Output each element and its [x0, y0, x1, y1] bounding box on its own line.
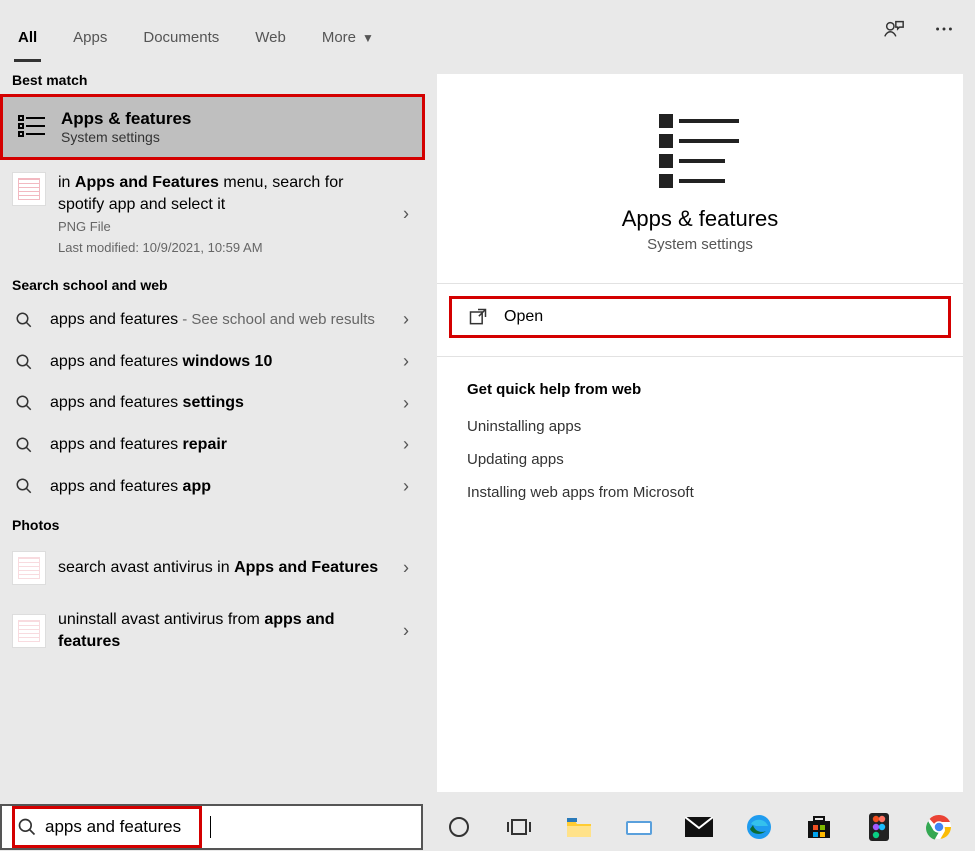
chevron-right-icon[interactable]: › [403, 434, 409, 455]
suggestion-text: apps and features settings [50, 392, 413, 414]
search-icon [12, 436, 36, 454]
best-match-subtitle: System settings [61, 129, 191, 145]
search-icon [12, 353, 36, 371]
chevron-right-icon[interactable]: › [403, 620, 409, 641]
suggestion-text: apps and features repair [50, 434, 413, 456]
section-search-web: Search school and web [0, 267, 425, 299]
suggestion-text: apps and features app [50, 476, 413, 498]
file-result-modified: Last modified: 10/9/2021, 10:59 AM [58, 240, 383, 255]
chevron-right-icon[interactable]: › [403, 351, 409, 372]
tab-all[interactable]: All [14, 19, 41, 62]
taskbar-chrome-icon[interactable] [917, 807, 961, 847]
tab-apps[interactable]: Apps [69, 19, 111, 62]
file-result-title: in Apps and Features menu, search for sp… [58, 172, 383, 215]
taskbar [423, 803, 975, 851]
results-list: Best match Apps & features System settin… [0, 62, 425, 803]
tab-documents[interactable]: Documents [139, 19, 223, 62]
taskbar-microsoft-store-icon[interactable] [797, 807, 841, 847]
best-match-title: Apps & features [61, 109, 191, 129]
file-result[interactable]: in Apps and Features menu, search for sp… [0, 160, 425, 267]
tab-more[interactable]: More ▼ [318, 19, 378, 62]
taskbar-edge-icon[interactable] [737, 807, 781, 847]
photo-thumbnail-icon [12, 551, 46, 585]
chevron-right-icon[interactable]: › [403, 476, 409, 497]
best-match-result[interactable]: Apps & features System settings [0, 94, 425, 160]
chevron-right-icon[interactable]: › [403, 558, 409, 579]
open-icon [468, 307, 488, 327]
photo-result-title: search avast antivirus in Apps and Featu… [58, 557, 383, 579]
taskbar-figma-icon[interactable] [857, 807, 901, 847]
chevron-right-icon[interactable]: › [403, 393, 409, 414]
tab-more-label: More [322, 29, 356, 46]
web-suggestion[interactable]: apps and features app › [0, 466, 425, 508]
taskbar-cortana-icon[interactable] [437, 807, 481, 847]
apps-features-icon [15, 110, 49, 144]
text-cursor-icon [210, 816, 211, 838]
open-button[interactable]: Open [449, 296, 951, 338]
web-suggestion[interactable]: apps and features windows 10 › [0, 341, 425, 383]
taskbar-keyboard-icon[interactable] [617, 807, 661, 847]
web-suggestion[interactable]: apps and features - See school and web r… [0, 299, 425, 341]
chevron-right-icon[interactable]: › [403, 203, 409, 224]
photo-result[interactable]: search avast antivirus in Apps and Featu… [0, 539, 425, 597]
chevron-right-icon[interactable]: › [403, 309, 409, 330]
tab-web[interactable]: Web [251, 19, 290, 62]
more-options-icon[interactable] [933, 18, 955, 40]
photo-thumbnail-icon [12, 614, 46, 648]
search-icon [12, 477, 36, 495]
search-scope-tabs: All Apps Documents Web More ▼ [0, 0, 975, 62]
web-suggestion[interactable]: apps and features settings › [0, 382, 425, 424]
search-input[interactable] [45, 809, 195, 845]
photo-result[interactable]: uninstall avast antivirus from apps and … [0, 597, 425, 664]
help-link[interactable]: Uninstalling apps [467, 418, 933, 435]
search-icon [12, 311, 36, 329]
taskbar-file-explorer-icon[interactable] [557, 807, 601, 847]
feedback-icon[interactable] [883, 18, 905, 40]
search-box[interactable] [0, 804, 423, 850]
web-suggestion[interactable]: apps and features repair › [0, 424, 425, 466]
detail-subtitle: System settings [437, 236, 963, 253]
section-best-match: Best match [0, 62, 425, 94]
taskbar-taskview-icon[interactable] [497, 807, 541, 847]
apps-features-large-icon [655, 110, 745, 188]
chevron-down-icon: ▼ [362, 31, 374, 45]
detail-panel: Apps & features System settings Open Get… [437, 74, 963, 792]
detail-title: Apps & features [437, 206, 963, 232]
quick-help-header: Get quick help from web [467, 381, 933, 398]
section-photos: Photos [0, 507, 425, 539]
help-link[interactable]: Updating apps [467, 451, 933, 468]
search-icon [12, 394, 36, 412]
suggestion-text: apps and features - See school and web r… [50, 309, 413, 331]
photo-result-title: uninstall avast antivirus from apps and … [58, 609, 383, 652]
taskbar-mail-icon[interactable] [677, 807, 721, 847]
search-icon [17, 817, 37, 837]
suggestion-text: apps and features windows 10 [50, 351, 413, 373]
file-thumbnail-icon [12, 172, 46, 206]
file-result-type: PNG File [58, 219, 383, 234]
open-label: Open [504, 308, 543, 326]
help-link[interactable]: Installing web apps from Microsoft [467, 484, 933, 501]
